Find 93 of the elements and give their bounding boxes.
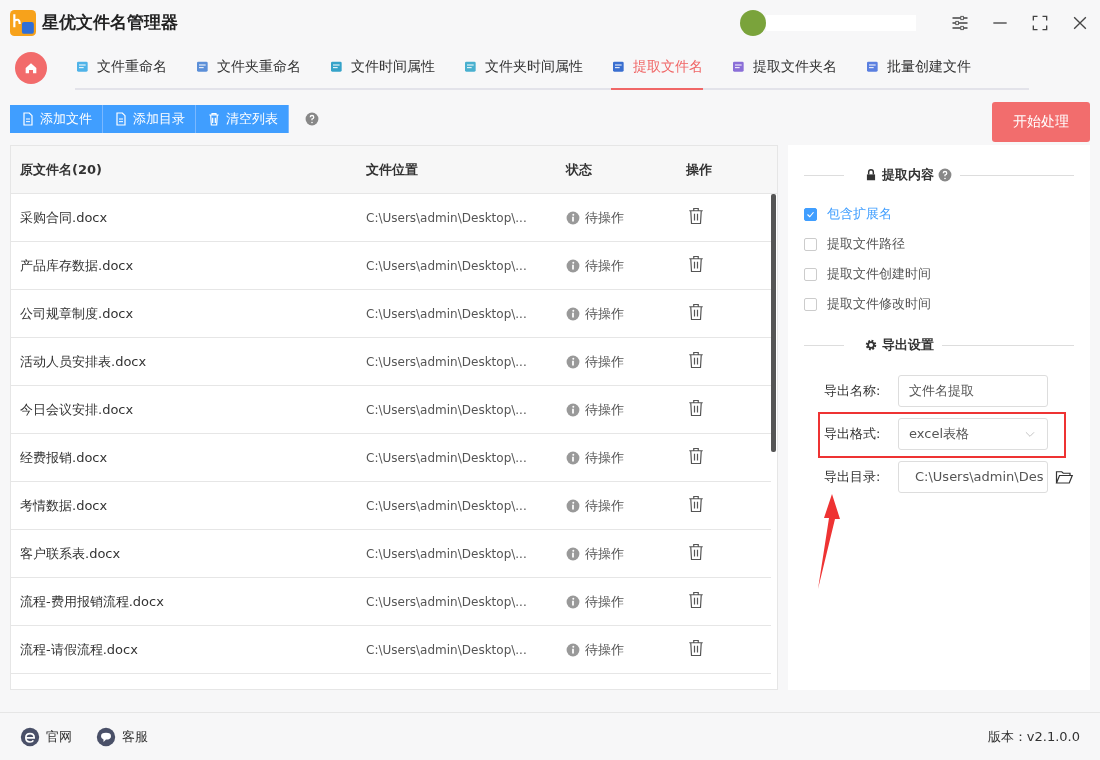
trash-icon (206, 111, 222, 127)
table-cell-text: 流程-请假流程.docx (19, 640, 139, 659)
status-text: 待操作 (585, 352, 624, 371)
file-icon (113, 111, 129, 127)
table-cell-text: 今日会议安排.docx (19, 400, 135, 419)
version-text: 版本：v2.1.0.0 (987, 727, 1080, 746)
tab[interactable]: 提取文件夹名 (731, 45, 837, 90)
tab[interactable]: 文件重命名 (75, 45, 167, 90)
table-cell-text: 经费报销.docx (19, 448, 109, 467)
footer-link[interactable]: 客服 (96, 726, 148, 747)
checkmark-icon (806, 209, 815, 219)
status-text: 待操作 (585, 304, 624, 323)
home-button[interactable] (15, 51, 47, 84)
status-text: 待操作 (585, 256, 624, 275)
window-title: 星优文件名管理器 (42, 11, 178, 34)
tab[interactable]: 文件时间属性 (329, 45, 435, 90)
status-text: 待操作 (585, 208, 624, 227)
delete-icon[interactable] (687, 350, 705, 370)
table-cell-text: C:\Users\admin\Desktop\... (366, 498, 528, 513)
table-cell-text: 流程-费用报销流程.docx (19, 592, 165, 611)
checkbox[interactable] (804, 237, 817, 251)
app-logo-icon (10, 9, 36, 36)
browser-icon (20, 726, 40, 747)
table-cell-text: 公司规章制度.docx (19, 304, 135, 323)
section-title: 提取内容 (882, 166, 934, 184)
table-cell-text: C:\Users\admin\Desktop\... (366, 306, 528, 321)
tab[interactable]: 批量创建文件 (865, 45, 971, 90)
table-cell-text: 客户联系表.docx (19, 544, 122, 563)
table-cell-text: 活动人员安排表.docx (19, 352, 148, 371)
section-title: 导出设置 (882, 336, 934, 354)
delete-icon[interactable] (687, 254, 705, 274)
checkbox-label[interactable]: 提取文件路径 (827, 235, 905, 253)
footer-link[interactable]: 官网 (20, 726, 72, 747)
checkbox[interactable] (804, 297, 817, 311)
delete-icon[interactable] (687, 206, 705, 226)
user-avatar (740, 9, 766, 36)
scrollbar[interactable] (771, 194, 776, 452)
delete-icon[interactable] (687, 590, 705, 610)
delete-icon[interactable] (687, 638, 705, 658)
info-icon (566, 402, 580, 417)
table-cell-text: C:\Users\admin\Desktop\... (366, 258, 528, 273)
column-header: 状态 (566, 160, 593, 179)
field-label: 导出格式: (824, 424, 882, 443)
table-cell-text: C:\Users\admin\Desktop\... (366, 546, 528, 561)
file-icon (20, 111, 36, 127)
gear-icon (864, 338, 878, 352)
delete-icon[interactable] (687, 302, 705, 322)
delete-icon[interactable] (687, 398, 705, 418)
table-cell-text: 考情数据.docx (19, 496, 109, 515)
status-text: 待操作 (585, 640, 624, 659)
checkbox-label[interactable]: 提取文件创建时间 (827, 265, 931, 283)
status-text: 待操作 (585, 448, 624, 467)
status-text: 待操作 (585, 544, 624, 563)
field-label: 导出名称: (824, 381, 882, 400)
checkbox-label[interactable]: 提取文件修改时间 (827, 295, 931, 313)
input-field[interactable]: C:\Users\admin\Des (898, 460, 1048, 493)
checkbox[interactable] (804, 267, 817, 281)
input-field[interactable]: 文件名提取 (898, 374, 1048, 407)
column-header: 文件位置 (366, 160, 419, 179)
lock-icon (864, 168, 878, 182)
checkbox[interactable] (804, 207, 817, 221)
status-text: 待操作 (585, 400, 624, 419)
table-cell-text: C:\Users\admin\Desktop\... (366, 594, 528, 609)
info-icon (566, 450, 580, 465)
help-icon[interactable] (938, 168, 952, 182)
table-cell-text: 采购合同.docx (19, 208, 109, 227)
column-header: 原文件名(20) (19, 160, 103, 179)
dropdown[interactable]: excel表格 (898, 417, 1048, 450)
status-text: 待操作 (585, 592, 624, 611)
info-icon (566, 642, 580, 657)
info-icon (566, 210, 580, 225)
tab[interactable]: 文件夹时间属性 (463, 45, 583, 90)
delete-icon[interactable] (687, 542, 705, 562)
status-text: 待操作 (585, 496, 624, 515)
delete-icon[interactable] (687, 446, 705, 466)
table-cell-text: C:\Users\admin\Desktop\... (366, 402, 528, 417)
table-cell-text: C:\Users\admin\Desktop\... (366, 642, 528, 657)
info-icon (566, 354, 580, 369)
info-icon (566, 258, 580, 273)
delete-icon[interactable] (687, 494, 705, 514)
chat-icon (96, 726, 116, 747)
table-cell-text: C:\Users\admin\Desktop\... (366, 354, 528, 369)
info-icon (566, 498, 580, 513)
info-icon (566, 546, 580, 561)
table-cell-text: 产品库存数据.docx (19, 256, 135, 275)
tab[interactable]: 文件夹重命名 (195, 45, 301, 90)
info-icon (566, 594, 580, 609)
column-header: 操作 (686, 160, 713, 179)
field-label: 导出目录: (824, 467, 882, 486)
table-cell-text: C:\Users\admin\Desktop\... (366, 450, 528, 465)
table-cell-text: C:\Users\admin\Desktop\... (366, 210, 528, 225)
help-icon[interactable] (305, 112, 319, 126)
info-icon (566, 306, 580, 321)
